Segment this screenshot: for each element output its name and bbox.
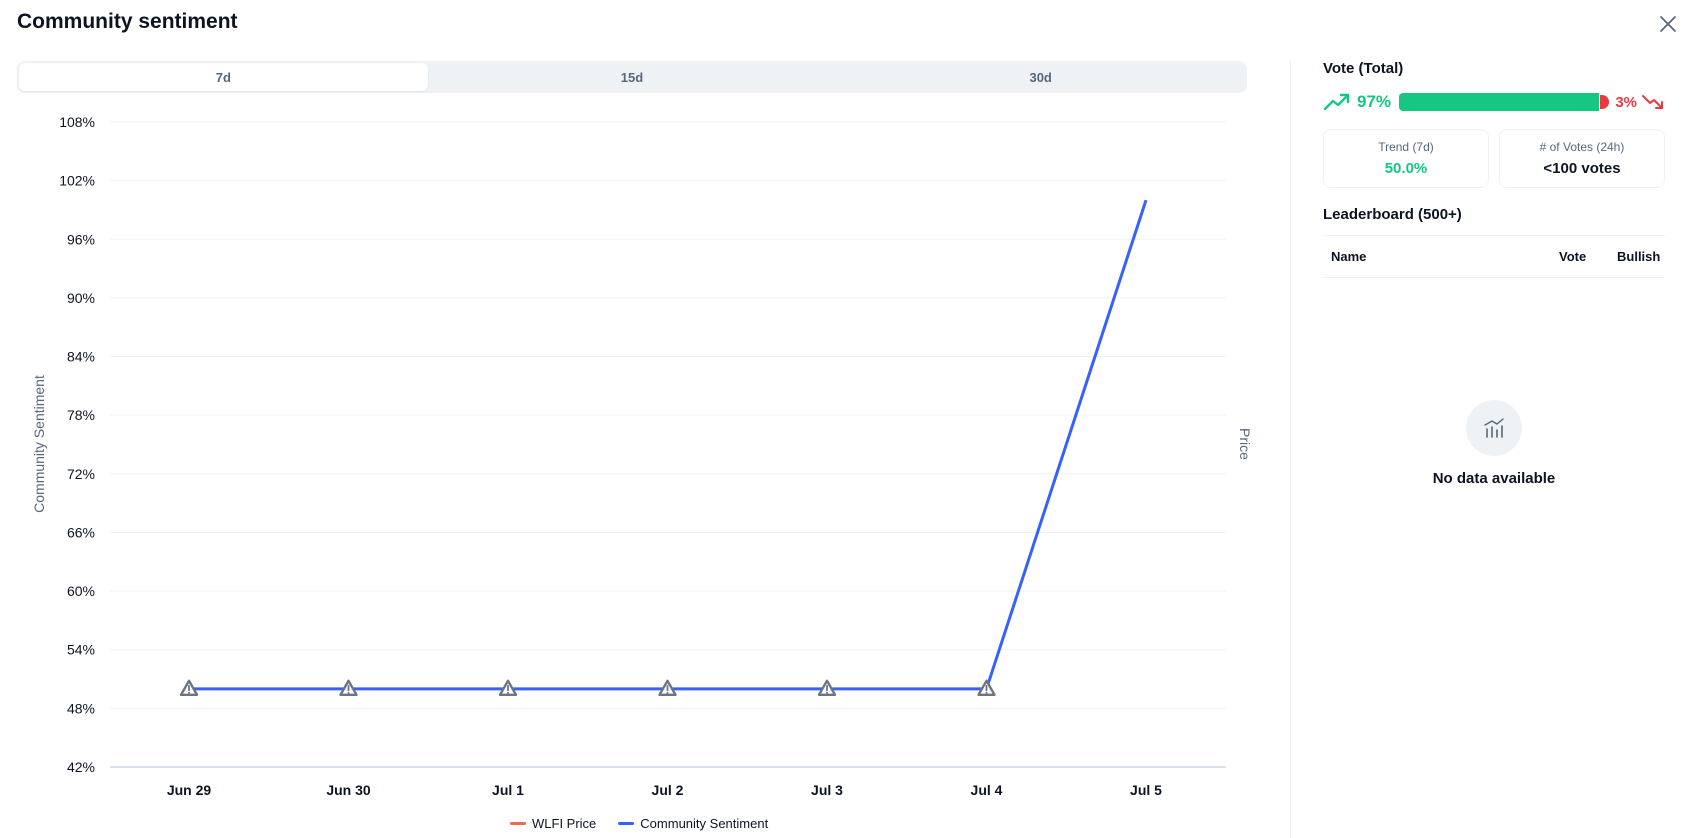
y2-axis-title: Price [1237, 428, 1253, 460]
votes-label: # of Votes (24h) [1539, 140, 1625, 154]
side-panel: Vote (Total) 97% 3% Trend (7d) 50.0% # o… [1323, 60, 1665, 487]
tab-15d[interactable]: 15d [428, 63, 837, 91]
legend-item-sentiment[interactable]: Community Sentiment [618, 816, 768, 831]
vote-ratio-bar [1399, 93, 1610, 111]
bearish-fill [1600, 95, 1610, 109]
x-tick-label: Jun 30 [326, 782, 371, 798]
warning-dot [826, 691, 828, 694]
votes-value: <100 votes [1543, 160, 1621, 177]
legend-item-price[interactable]: WLFI Price [510, 816, 596, 831]
x-tick-label: Jul 3 [811, 782, 843, 798]
y-tick-label: 90% [67, 290, 95, 306]
legend-label-price: WLFI Price [532, 816, 597, 831]
y-tick-label: 48% [67, 700, 95, 716]
warning-dot [507, 691, 509, 694]
y-tick-label: 60% [67, 583, 95, 599]
chart-empty-icon [1466, 400, 1522, 456]
sentiment-line [189, 199, 1148, 691]
bearish-percent: 3% [1615, 93, 1637, 111]
chart-legend: WLFI Price Community Sentiment [510, 816, 768, 831]
leaderboard-header: Name Vote Bullish [1323, 235, 1665, 278]
warning-dot [666, 691, 669, 694]
legend-swatch-price [510, 822, 526, 825]
x-tick-label: Jul 2 [652, 782, 684, 798]
trend-down-icon [1642, 95, 1663, 109]
bullish-summary: 97% [1323, 92, 1391, 112]
x-tick-label: Jul 1 [492, 782, 524, 798]
col-name[interactable]: Name [1331, 249, 1559, 264]
y-tick-label: 78% [67, 407, 95, 423]
x-tick-label: Jun 29 [167, 782, 212, 798]
warning-dot [347, 691, 350, 694]
tab-30d[interactable]: 30d [836, 63, 1245, 91]
y-tick-label: 54% [67, 642, 95, 658]
col-bullish[interactable]: Bullish [1617, 249, 1660, 264]
trend-up-icon [1323, 93, 1350, 111]
warning-dot [985, 691, 988, 694]
x-tick-label: Jul 5 [1130, 782, 1162, 798]
legend-label-sentiment: Community Sentiment [640, 816, 769, 831]
page-title: Community sentiment [17, 10, 238, 33]
trend-value: 50.0% [1384, 160, 1428, 177]
y-axis-title: Community Sentiment [31, 375, 47, 513]
y-tick-label: 102% [59, 173, 95, 189]
y-tick-label: 84% [67, 349, 95, 365]
bearish-summary: 3% [1615, 93, 1665, 111]
trend-label: Trend (7d) [1378, 140, 1434, 154]
leaderboard-title: Leaderboard (500+) [1323, 206, 1462, 223]
bullish-fill [1399, 93, 1599, 111]
timeframe-tabs: 7d 15d 30d [17, 61, 1247, 93]
empty-text: No data available [1432, 470, 1556, 487]
vote-bar-row: 97% 3% [1323, 87, 1665, 117]
x-tick-label: Jul 4 [971, 782, 1003, 798]
sentiment-chart: 108% 102% 96% 90% 84% 78% 72% 66% 60% 54% 48% 42% Ju… [31, 114, 1253, 798]
legend-swatch-sentiment [618, 822, 635, 825]
y-tick-label: 72% [67, 466, 95, 482]
votes-card: # of Votes (24h) <100 votes [1499, 129, 1665, 188]
col-vote[interactable]: Vote [1559, 249, 1617, 264]
y-tick-label: 42% [67, 759, 95, 775]
warning-dot [188, 691, 190, 694]
bullish-percent: 97% [1357, 92, 1392, 111]
vote-title: Vote (Total) [1323, 60, 1404, 77]
tab-7d[interactable]: 7d [19, 63, 428, 91]
empty-state: No data available [1323, 400, 1665, 487]
panel-divider [1290, 60, 1291, 838]
trend-card: Trend (7d) 50.0% [1323, 129, 1489, 188]
y-tick-label: 96% [67, 231, 95, 247]
close-icon[interactable] [1656, 12, 1680, 36]
stats-row: Trend (7d) 50.0% # of Votes (24h) <100 v… [1323, 129, 1665, 188]
y-tick-label: 66% [67, 524, 95, 540]
y-tick-label: 108% [59, 114, 95, 130]
